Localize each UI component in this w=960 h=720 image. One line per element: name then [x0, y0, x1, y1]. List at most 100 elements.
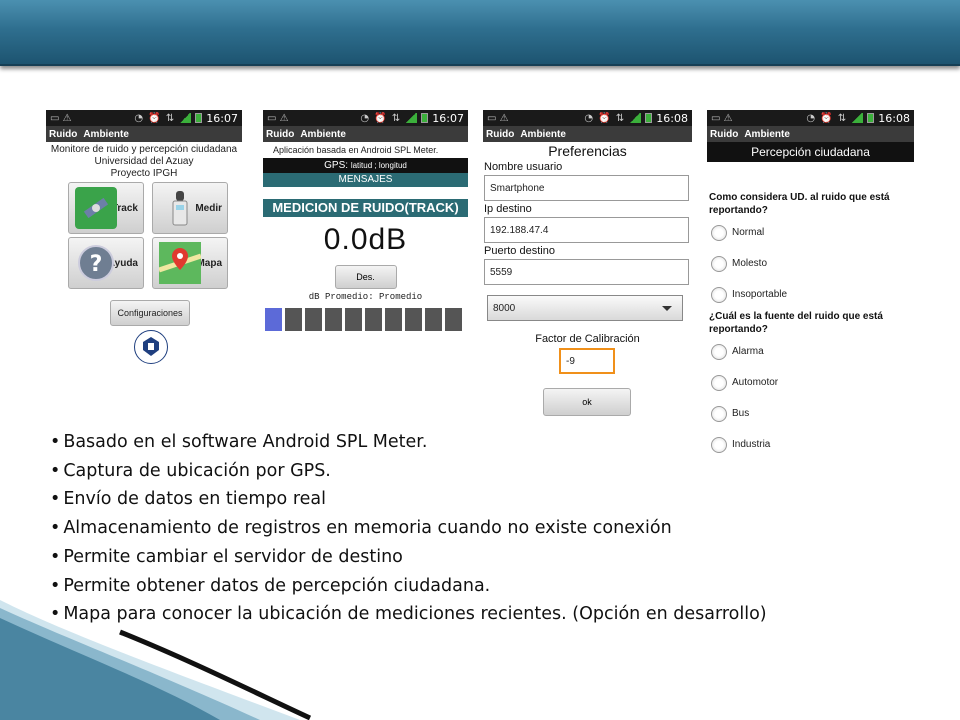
question-1: Como considera UD. al ruido que está rep… [709, 192, 890, 216]
menu-ruido[interactable]: Ruido [266, 129, 294, 140]
app-header: Monitore de ruido y percepción ciudadana… [46, 144, 242, 180]
radio-option-normal[interactable]: Normal [707, 217, 914, 248]
university-logo [134, 330, 168, 364]
preferences-title: Preferencias [548, 143, 627, 159]
question-2: ¿Cuál es la fuente del ruido que está re… [709, 311, 883, 335]
radio-icon [711, 286, 727, 303]
radio-icon [711, 374, 727, 391]
messages-bar: MENSAJES [263, 173, 468, 187]
action-bar: Ruido Ambiente [46, 126, 242, 142]
rate-value: 8000 [493, 303, 516, 314]
rate-dropdown[interactable]: 8000 [487, 295, 683, 321]
radio-icon [711, 343, 727, 360]
status-time: 16:07 [206, 111, 238, 125]
mapa-button[interactable]: Mapa [152, 237, 228, 289]
perception-title: Percepción ciudadana [707, 142, 914, 162]
option-label: Molesto [732, 258, 768, 269]
action-bar: Ruido Ambiente [263, 126, 468, 142]
calibration-label: Factor de Calibración [535, 333, 640, 345]
battery-icon [195, 113, 203, 123]
battery-icon [645, 113, 653, 123]
action-bar: Ruido Ambiente [483, 126, 692, 142]
notification-icons: ▭ ⚠ [50, 112, 72, 124]
configuraciones-button[interactable]: Configuraciones [110, 300, 190, 326]
user-field[interactable]: Smartphone [484, 175, 689, 201]
menu-ambiente[interactable]: Ambiente [300, 129, 346, 140]
bullet-item: Basado en el software Android SPL Meter. [50, 428, 910, 457]
level-cell [345, 308, 362, 331]
level-cell [385, 308, 402, 331]
menu-ambiente[interactable]: Ambiente [744, 129, 790, 140]
radio-option-insoportable[interactable]: Insoportable [707, 279, 914, 310]
status-time: 16:08 [878, 111, 910, 125]
radio-option-molesto[interactable]: Molesto [707, 248, 914, 279]
des-button[interactable]: Des. [334, 265, 397, 289]
level-cell [265, 308, 282, 331]
menu-ruido[interactable]: Ruido [486, 129, 514, 140]
bullet-item: Captura de ubicación por GPS. [50, 457, 910, 486]
notification-icons: ▭ ⚠ [487, 112, 509, 124]
app-subtitle: Aplicación basada en Android SPL Meter. [273, 145, 439, 155]
option-label: Alarma [732, 346, 764, 357]
battery-icon [421, 113, 429, 123]
radio-option-bus[interactable]: Bus [707, 398, 914, 429]
option-label: Bus [732, 408, 750, 419]
option-label: Automotor [732, 377, 779, 388]
gps-bar: GPS: latitud ; longitud [263, 158, 468, 173]
medir-button[interactable]: Medir [152, 182, 228, 234]
level-cell [305, 308, 322, 331]
level-cell [425, 308, 442, 331]
decorative-swoosh [0, 600, 312, 720]
level-meter [263, 308, 468, 331]
menu-ruido[interactable]: Ruido [49, 129, 77, 140]
bullet-item: Permite cambiar el servidor de destino [50, 543, 910, 572]
radio-option-automotor[interactable]: Automotor [707, 367, 914, 398]
measurement-title: MEDICION DE RUIDO(TRACK) [263, 199, 468, 217]
gps-label: GPS: [324, 160, 349, 171]
signal-icon [629, 113, 642, 123]
signal-icon [405, 113, 418, 123]
level-cell [325, 308, 342, 331]
feature-list: Basado en el software Android SPL Meter.… [50, 428, 910, 629]
average-label: dB Promedio: Promedio [308, 292, 423, 302]
phone-screenshot-measurement: ▭ ⚠ ◔ ⏰ ⇅ 16:07 Ruido Ambiente Aplicació… [263, 110, 468, 345]
signal-icon [179, 113, 192, 123]
option-label: Insoportable [732, 289, 788, 300]
status-time: 16:07 [432, 111, 464, 125]
menu-ambiente[interactable]: Ambiente [520, 129, 566, 140]
port-field[interactable]: 5559 [484, 259, 689, 285]
status-bar: ▭ ⚠ ◔ ⏰ ⇅ 16:07 [263, 110, 468, 126]
status-icons: ◔ ⏰ ⇅ [360, 112, 402, 124]
notification-icons: ▭ ⚠ [711, 112, 733, 124]
level-cell [405, 308, 422, 331]
calibration-field[interactable]: -9 [559, 348, 615, 374]
caret-down-icon [662, 306, 672, 311]
gps-value: latitud ; longitud [350, 161, 407, 170]
bullet-item: Almacenamiento de registros en memoria c… [50, 514, 910, 543]
track-button[interactable]: Track [68, 182, 144, 234]
options-1: Normal Molesto Insoportable [707, 217, 914, 310]
action-bar: Ruido Ambiente [707, 126, 914, 142]
ip-field[interactable]: 192.188.47.4 [484, 217, 689, 243]
phone-screenshot-perception: ▭ ⚠ ◔ ⏰ ⇅ 16:08 Ruido Ambiente Percepció… [707, 110, 914, 455]
radio-icon [711, 405, 727, 422]
header-line-1: Monitore de ruido y percepción ciudadana [50, 144, 238, 155]
status-bar: ▭ ⚠ ◔ ⏰ ⇅ 16:08 [483, 110, 692, 126]
phone-screenshot-preferences: ▭ ⚠ ◔ ⏰ ⇅ 16:08 Ruido Ambiente Preferenc… [483, 110, 692, 440]
option-label: Normal [732, 227, 765, 238]
ayuda-button[interactable]: ? Ayuda [68, 237, 144, 289]
top-banner [0, 0, 960, 66]
menu-ruido[interactable]: Ruido [710, 129, 738, 140]
sound-meter-icon [159, 187, 201, 229]
signal-icon [851, 113, 864, 123]
ok-button[interactable]: ok [543, 388, 631, 416]
header-line-2: Universidad del Azuay [94, 156, 194, 167]
radio-option-alarma[interactable]: Alarma [707, 336, 914, 367]
level-cell [445, 308, 462, 331]
user-label: Nombre usuario [484, 161, 563, 173]
level-cell [365, 308, 382, 331]
bullet-item: Envío de datos en tiempo real [50, 485, 910, 514]
notification-icons: ▭ ⚠ [267, 112, 289, 124]
db-readout: 0.0dB [323, 223, 408, 256]
menu-ambiente[interactable]: Ambiente [83, 129, 129, 140]
